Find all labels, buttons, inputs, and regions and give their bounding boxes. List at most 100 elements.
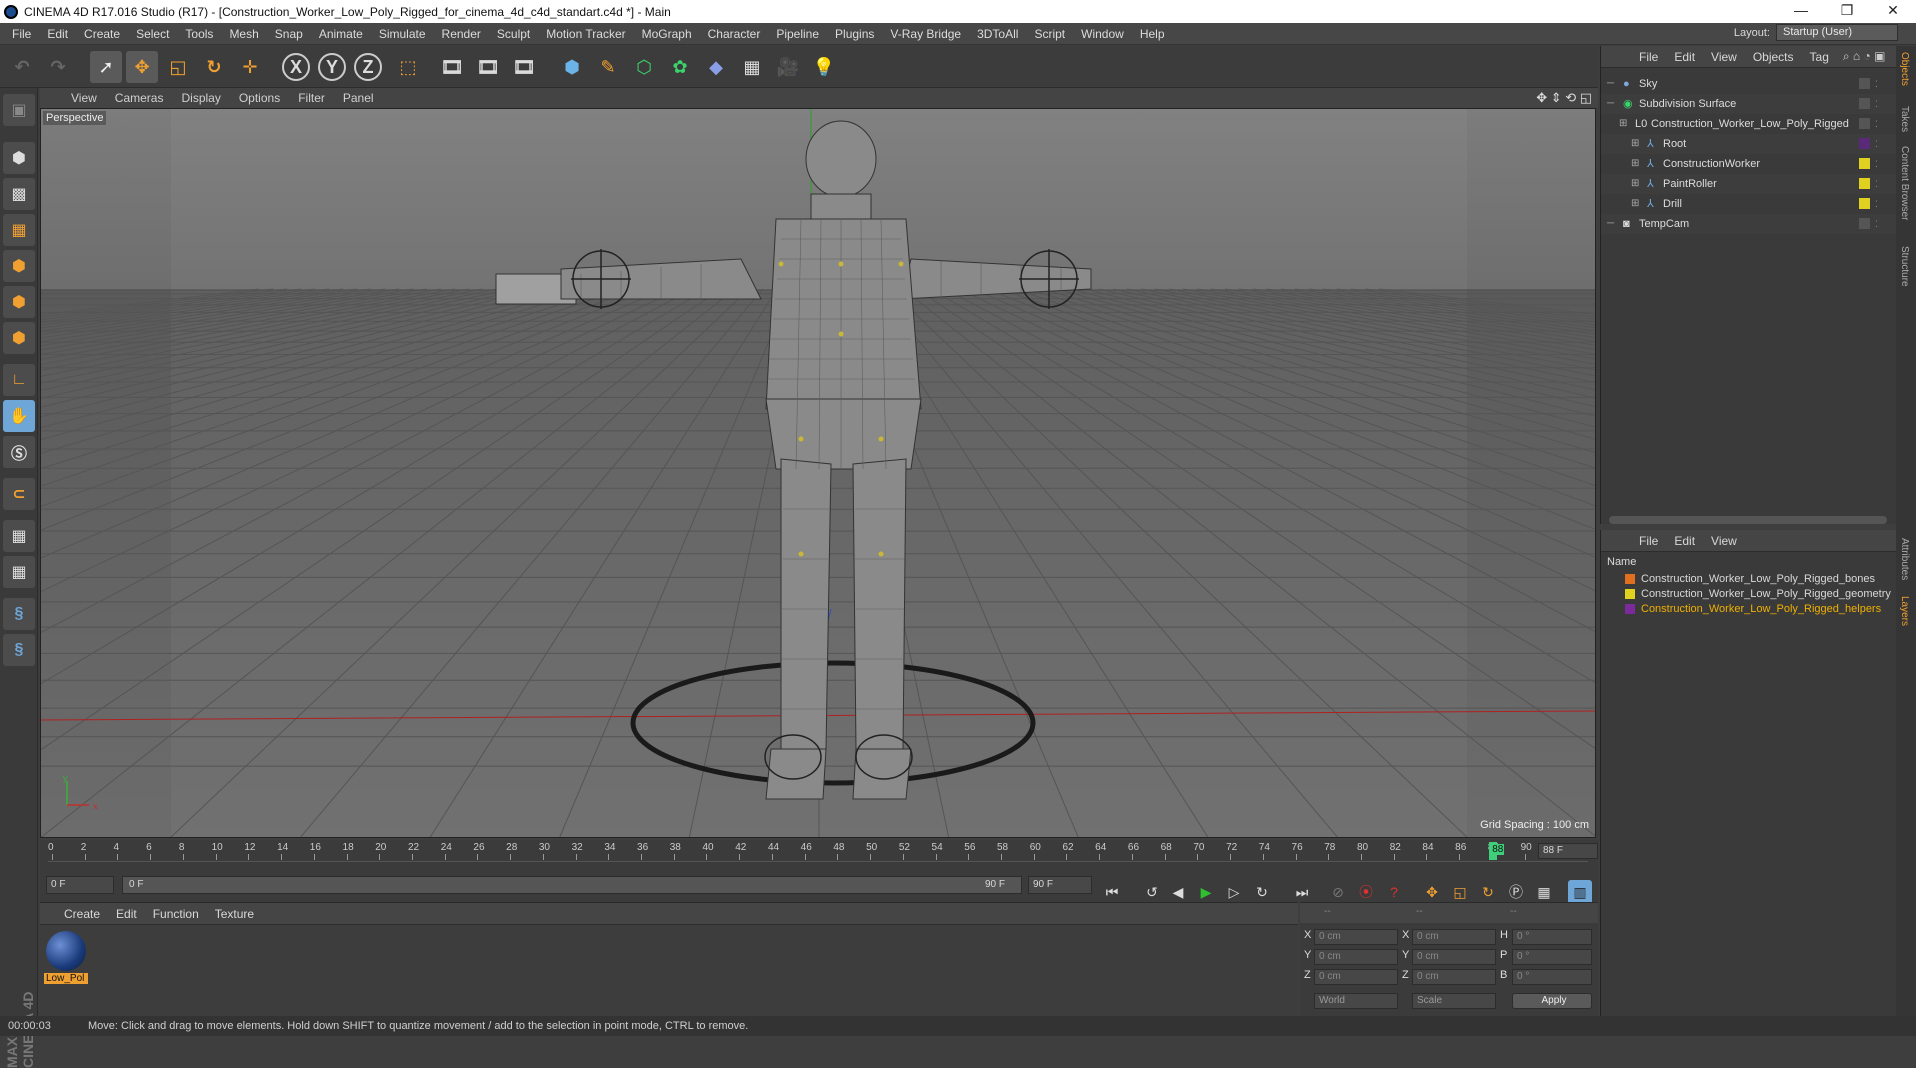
key-scale-icon[interactable]: ◱ (1448, 880, 1472, 904)
expand-toggle-icon[interactable]: ─ (1607, 94, 1614, 114)
material-menu-create[interactable]: Create (56, 907, 108, 921)
expand-toggle-icon[interactable]: ⊞ (1631, 194, 1639, 214)
deformer-icon[interactable]: ◆ (700, 51, 732, 83)
make-editable-icon[interactable]: ▣ (3, 94, 35, 126)
menu-mograph[interactable]: MoGraph (634, 27, 700, 41)
tab-takes[interactable]: Takes (1899, 106, 1910, 132)
render-view-icon[interactable]: 🎞 (436, 51, 468, 83)
expand-toggle-icon[interactable]: ⊞ (1631, 134, 1639, 154)
object-row[interactable]: ⊞ ⅄ Drill ⁚ (1601, 194, 1897, 214)
object-row[interactable]: ⊞ ⅄ PaintRoller ⁚ (1601, 174, 1897, 194)
objects-menu-tag[interactable]: Tag (1802, 50, 1837, 64)
key-help-icon[interactable]: ? (1382, 880, 1406, 904)
layer-row[interactable]: Construction_Worker_Low_Poly_Rigged_help… (1601, 602, 1897, 617)
visibility-dots-icon[interactable]: ⁚ (1875, 214, 1878, 234)
timeline-layout-icon[interactable]: ▥ (1568, 880, 1592, 904)
key-rotation-icon[interactable]: ↻ (1476, 880, 1500, 904)
end-frame-field[interactable]: 90 F (1028, 876, 1092, 894)
menu-file[interactable]: File (4, 27, 39, 41)
layer-color-tag[interactable] (1859, 158, 1870, 169)
move-tool-icon[interactable]: ✥ (126, 51, 158, 83)
tab-layers[interactable]: Layers (1899, 596, 1910, 626)
menu-character[interactable]: Character (700, 27, 769, 41)
rotate-tool-icon[interactable]: ↻ (198, 51, 230, 83)
expand-toggle-icon[interactable]: ⊞ (1631, 154, 1639, 174)
autokey-icon[interactable]: ⦿ (1354, 880, 1378, 904)
x-axis-lock-button[interactable]: X (282, 53, 310, 81)
size-x-field[interactable]: 0 cm (1412, 929, 1496, 945)
objects-search-icon[interactable]: ⌕ ⌂ ◔ ▣ (1843, 49, 1886, 64)
size-y-field[interactable]: 0 cm (1412, 949, 1496, 965)
menu-render[interactable]: Render (434, 27, 489, 41)
previous-keyframe-icon[interactable]: ↺ (1140, 880, 1164, 904)
layer-row[interactable]: Construction_Worker_Low_Poly_Rigged_bone… (1601, 572, 1897, 587)
tweak-mode-icon[interactable]: ✋ (3, 400, 35, 432)
objects-menu-view[interactable]: View (1703, 50, 1745, 64)
tab-attributes[interactable]: Attributes (1899, 538, 1910, 580)
material-menu-function[interactable]: Function (145, 907, 207, 921)
object-row[interactable]: ─ ◙ TempCam ⁚ (1601, 214, 1897, 234)
layer-color-swatch[interactable] (1625, 574, 1635, 584)
objects-menu-file[interactable]: File (1631, 50, 1666, 64)
menu-3dtoall[interactable]: 3DToAll (969, 27, 1026, 41)
snapping-icon[interactable]: ⊂ (3, 478, 35, 510)
camera-icon[interactable]: 🎥 (772, 51, 804, 83)
size-z-field[interactable]: 0 cm (1412, 969, 1496, 985)
previous-frame-icon[interactable]: ◀ (1166, 880, 1190, 904)
layer-color-tag[interactable] (1859, 118, 1870, 129)
model-mode-icon[interactable]: ⬢ (3, 142, 35, 174)
cube-primitive-icon[interactable]: ⬢ (556, 51, 588, 83)
layer-color-tag[interactable] (1859, 138, 1870, 149)
layer-color-tag[interactable] (1859, 198, 1870, 209)
viewport-menu-filter[interactable]: Filter (289, 91, 334, 105)
planar-workplane-icon[interactable]: ▦ (3, 556, 35, 588)
viewport-menu-panel[interactable]: Panel (334, 91, 383, 105)
pen-spline-icon[interactable]: ✎ (592, 51, 624, 83)
object-row[interactable]: ─ ◉ Subdivision Surface ⁚ (1601, 94, 1897, 114)
menu-window[interactable]: Window (1073, 27, 1132, 41)
menu-plugins[interactable]: Plugins (827, 27, 882, 41)
menu-animate[interactable]: Animate (311, 27, 371, 41)
subdivision-surface-icon[interactable]: ⬡ (628, 51, 660, 83)
menu-help[interactable]: Help (1132, 27, 1173, 41)
python-script-icon[interactable]: § (3, 598, 35, 630)
menu-create[interactable]: Create (76, 27, 128, 41)
menu-motion-tracker[interactable]: Motion Tracker (538, 27, 633, 41)
apply-button[interactable]: Apply (1512, 993, 1592, 1009)
light-icon[interactable]: 💡 (808, 51, 840, 83)
tab-structure[interactable]: Structure (1899, 246, 1910, 287)
next-keyframe-icon[interactable]: ↻ (1250, 880, 1274, 904)
minimize-button[interactable]: — (1778, 0, 1824, 23)
live-select-icon[interactable]: ✛ (234, 51, 266, 83)
python-script-2-icon[interactable]: § (3, 634, 35, 666)
menu-snap[interactable]: Snap (267, 27, 311, 41)
visibility-dots-icon[interactable]: ⁚ (1875, 114, 1878, 134)
menu-sculpt[interactable]: Sculpt (489, 27, 538, 41)
close-button[interactable]: ✕ (1870, 0, 1916, 23)
visibility-dots-icon[interactable]: ⁚ (1875, 94, 1878, 114)
material-menu-texture[interactable]: Texture (207, 907, 262, 921)
material-menu-edit[interactable]: Edit (108, 907, 145, 921)
menu-tools[interactable]: Tools (177, 27, 221, 41)
axis-mode-icon[interactable]: ∟ (3, 364, 35, 396)
expand-toggle-icon[interactable]: ⊞ (1631, 174, 1639, 194)
key-parameter-icon[interactable]: Ⓟ (1504, 880, 1528, 904)
viewport-nav-icons[interactable]: ✥ ⇕ ⟲ ◱ (1536, 90, 1592, 106)
layer-color-tag[interactable] (1859, 178, 1870, 189)
layer-color-tag[interactable] (1859, 218, 1870, 229)
solo-mode-icon[interactable]: Ⓢ (3, 436, 35, 468)
pos-y-field[interactable]: 0 cm (1314, 949, 1398, 965)
layers-menu-file[interactable]: File (1631, 534, 1666, 548)
layers-menu-edit[interactable]: Edit (1666, 534, 1703, 548)
expand-toggle-icon[interactable]: ─ (1607, 214, 1614, 234)
layer-row[interactable]: Construction_Worker_Low_Poly_Rigged_geom… (1601, 587, 1897, 602)
objects-menu-objects[interactable]: Objects (1745, 50, 1802, 64)
tab-content-browser[interactable]: Content Browser (1899, 146, 1910, 220)
object-row[interactable]: ⊞ ⅄ Root ⁚ (1601, 134, 1897, 154)
play-icon[interactable]: ▶ (1194, 880, 1218, 904)
rot-b-field[interactable]: 0 ° (1512, 969, 1592, 985)
expand-toggle-icon[interactable]: ─ (1607, 74, 1614, 94)
record-keys-icon[interactable]: ⊘ (1326, 880, 1350, 904)
menu-edit[interactable]: Edit (39, 27, 76, 41)
select-tool-icon[interactable]: ➚ (90, 51, 122, 83)
